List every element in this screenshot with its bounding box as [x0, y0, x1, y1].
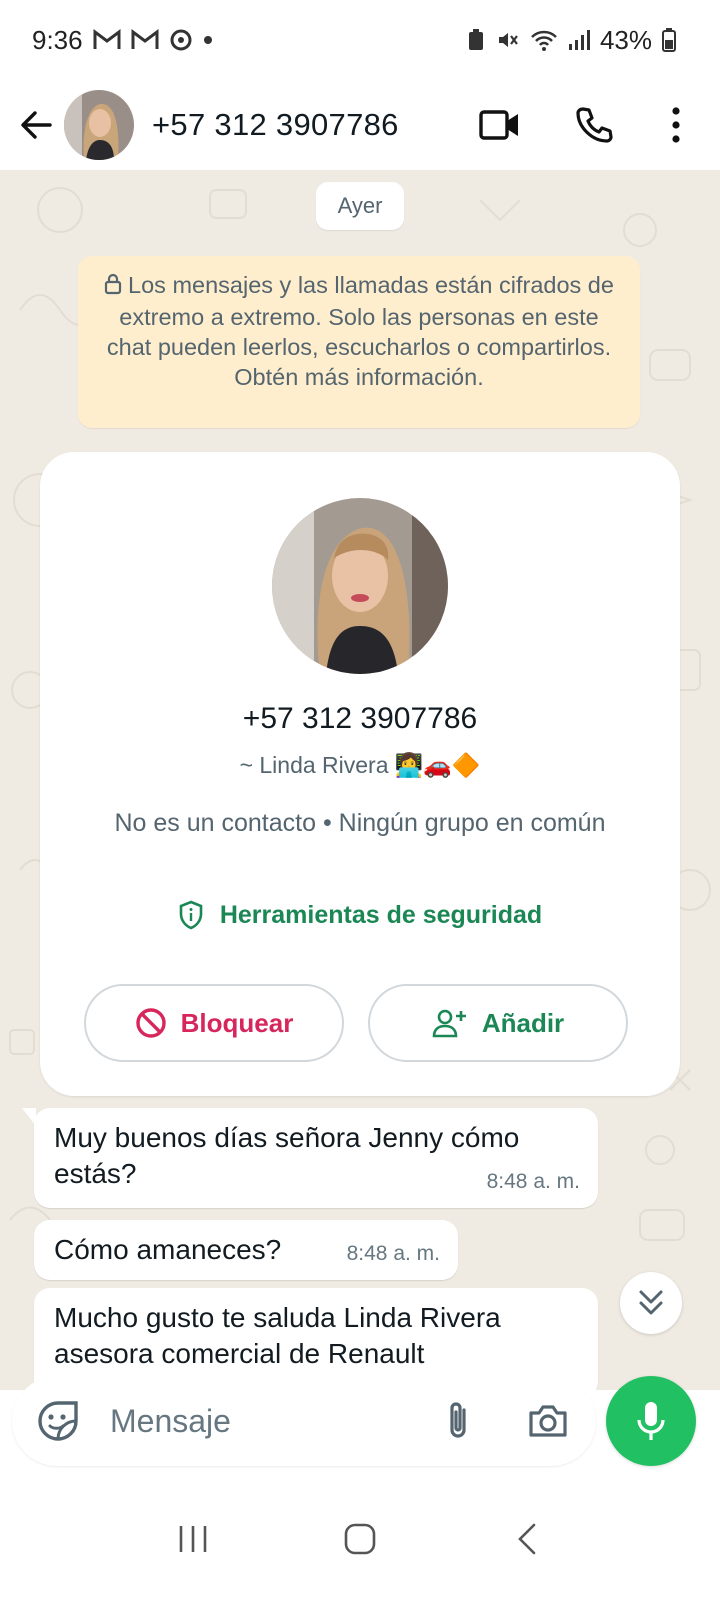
contact-name-emoji: 👩‍💻🚗🔶	[394, 752, 481, 778]
back-arrow-icon	[21, 111, 52, 139]
status-left: 9:36	[32, 25, 213, 56]
nav-back-button[interactable]	[487, 1499, 567, 1579]
bubble-tail	[22, 1108, 36, 1126]
mute-icon	[496, 28, 520, 52]
message-text: Muy buenos días señora Jenny cómo estás?	[54, 1122, 520, 1189]
wifi-icon	[530, 28, 558, 52]
contact-avatar[interactable]	[272, 498, 448, 674]
contact-name: ~ Linda Rivera	[239, 752, 389, 778]
recents-icon	[180, 1526, 207, 1552]
system-navigation-bar	[0, 1478, 720, 1600]
paperclip-icon	[450, 1402, 466, 1438]
safety-tools-link[interactable]: Herramientas de seguridad	[40, 900, 680, 930]
contact-name-row: ~ Linda Rivera 👩‍💻🚗🔶	[40, 752, 680, 779]
message-bubble[interactable]: Muy buenos días señora Jenny cómo estás?…	[22, 1108, 598, 1208]
chat-title[interactable]: +57 312 3907786	[152, 107, 468, 143]
voice-call-button[interactable]	[562, 93, 626, 157]
safety-tools-label: Herramientas de seguridad	[219, 900, 543, 929]
chat-area[interactable]: Ayer Los mensajes y las llamadas están c…	[0, 170, 720, 1390]
dot-icon	[203, 35, 213, 45]
back-button[interactable]	[4, 93, 68, 157]
home-button[interactable]	[320, 1499, 400, 1579]
block-label: Bloquear	[180, 1007, 294, 1038]
status-time: 9:36	[32, 24, 83, 55]
battery-saver-icon	[466, 28, 486, 52]
status-right: 43%	[466, 25, 676, 56]
scroll-to-bottom-button[interactable]	[620, 1272, 682, 1334]
add-label: Añadir	[481, 1007, 565, 1038]
battery-percent: 43%	[599, 24, 652, 55]
encryption-notice[interactable]: Los mensajes y las llamadas están cifrad…	[78, 256, 640, 428]
attach-button[interactable]	[428, 1391, 488, 1451]
gmail-icon	[93, 29, 121, 51]
double-chevron-down-icon	[639, 1290, 663, 1315]
lock-icon	[104, 272, 122, 302]
add-contact-button[interactable]: Añadir	[368, 984, 628, 1062]
sticker-button[interactable]	[28, 1391, 88, 1451]
video-call-button[interactable]	[468, 93, 532, 157]
battery-icon	[662, 28, 676, 52]
recents-button[interactable]	[153, 1499, 233, 1579]
message-bubble[interactable]: Cómo amaneces? 8:48 a. m.	[34, 1220, 458, 1280]
add-person-icon	[432, 1009, 466, 1038]
contact-phone: +57 312 3907786	[242, 702, 478, 735]
message-time: 8:48 a. m.	[486, 1170, 580, 1193]
camera-button[interactable]	[518, 1391, 578, 1451]
contact-meta: No es un contacto • Ningún grupo en comú…	[114, 809, 606, 837]
more-options-button[interactable]	[644, 93, 708, 157]
block-button[interactable]: Bloquear	[84, 984, 344, 1062]
camera-icon	[529, 1405, 567, 1437]
gmail-icon	[131, 29, 159, 51]
contact-info-card: +57 312 3907786 ~ Linda Rivera 👩‍💻🚗🔶 No …	[40, 452, 680, 1096]
video-call-icon	[479, 110, 518, 140]
more-vert-icon	[672, 107, 680, 143]
shield-icon	[179, 900, 203, 930]
signal-icon	[568, 29, 590, 51]
chat-header: +57 312 3907786	[0, 80, 720, 170]
avatar[interactable]	[64, 90, 134, 160]
sticker-icon	[38, 1401, 78, 1441]
message-text: Cómo amaneces?	[54, 1234, 282, 1265]
home-icon	[344, 1523, 376, 1555]
voice-message-button[interactable]	[606, 1376, 696, 1466]
message-text: Mucho gusto te saluda Linda Rivera aseso…	[54, 1302, 501, 1369]
phone-icon	[576, 107, 613, 143]
status-bar: 9:36 43%	[0, 0, 720, 80]
message-bubble[interactable]: Mucho gusto te saluda Linda Rivera aseso…	[34, 1288, 598, 1390]
microphone-icon	[637, 1402, 665, 1440]
encryption-notice-text: Los mensajes y las llamadas están cifrad…	[106, 272, 614, 390]
chevron-left-icon	[517, 1523, 535, 1555]
message-composer	[12, 1376, 596, 1466]
date-chip: Ayer	[316, 182, 404, 230]
message-time: 8:48 a. m.	[346, 1242, 440, 1265]
message-input[interactable]	[110, 1402, 428, 1440]
block-icon	[135, 1008, 166, 1038]
sync-icon	[169, 28, 193, 52]
